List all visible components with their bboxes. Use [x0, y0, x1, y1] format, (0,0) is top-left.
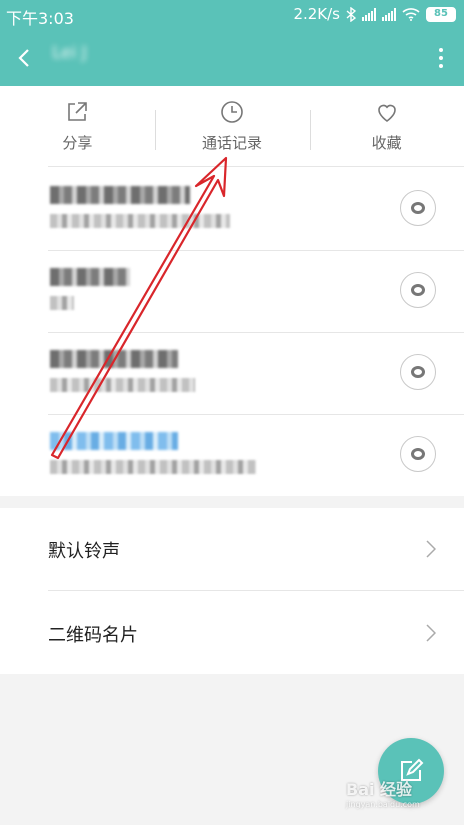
signal-icon-2 — [382, 7, 396, 21]
message-button[interactable] — [400, 190, 436, 226]
contact-name: Lei J — [52, 43, 87, 63]
action-separator — [310, 110, 311, 150]
number-row[interactable] — [0, 250, 464, 332]
number-text-redacted — [50, 432, 178, 450]
number-subtext-redacted — [50, 460, 256, 474]
status-bar: 下午3:03 2.2K/s 85 — [0, 0, 464, 30]
number-row[interactable] — [0, 332, 464, 414]
baidu-watermark: Bai 经验 jingyan.baidu.com — [346, 776, 420, 809]
message-button[interactable] — [400, 436, 436, 472]
number-text-redacted — [50, 268, 130, 286]
action-separator — [155, 110, 156, 150]
call-log-button[interactable]: 通话记录 — [155, 86, 310, 166]
message-icon — [411, 202, 425, 214]
qr-card-item[interactable]: 二维码名片 — [0, 592, 464, 674]
call-log-label: 通话记录 — [202, 133, 263, 152]
number-text-redacted — [50, 350, 178, 368]
share-button[interactable]: 分享 — [0, 86, 155, 166]
share-icon — [68, 101, 88, 121]
favorite-label: 收藏 — [371, 133, 402, 152]
settings-card: 默认铃声 二维码名片 — [0, 508, 464, 674]
share-label: 分享 — [62, 133, 93, 152]
back-arrow-icon[interactable] — [14, 46, 36, 70]
battery-icon: 85 — [426, 6, 456, 22]
status-right: 2.2K/s 85 — [293, 5, 456, 23]
signal-icon — [362, 7, 376, 21]
number-text-redacted — [50, 186, 190, 204]
status-time: 下午3:03 — [6, 9, 74, 28]
message-icon — [411, 448, 425, 460]
number-row[interactable] — [0, 414, 464, 496]
qr-card-label: 二维码名片 — [48, 625, 138, 646]
message-icon — [411, 366, 425, 378]
more-options-icon[interactable] — [438, 48, 444, 70]
message-icon — [411, 284, 425, 296]
divider — [48, 590, 464, 591]
action-bar: 分享 通话记录 收藏 — [0, 86, 464, 166]
heart-icon — [377, 104, 396, 122]
watermark-text: Bai 经验 — [346, 780, 413, 799]
message-button[interactable] — [400, 354, 436, 390]
default-ringtone-label: 默认铃声 — [48, 541, 120, 562]
number-subtext-redacted — [50, 296, 74, 310]
app-bar: Lei J — [0, 30, 464, 86]
divider — [48, 166, 464, 167]
message-button[interactable] — [400, 272, 436, 308]
wifi-icon — [402, 8, 420, 21]
default-ringtone-item[interactable]: 默认铃声 — [0, 508, 464, 590]
watermark-sub: jingyan.baidu.com — [346, 800, 420, 809]
bluetooth-icon — [346, 6, 356, 22]
number-subtext-redacted — [50, 378, 195, 392]
favorite-button[interactable]: 收藏 — [309, 86, 464, 166]
number-row[interactable] — [0, 168, 464, 250]
contact-card: 分享 通话记录 收藏 — [0, 86, 464, 496]
network-speed: 2.2K/s — [293, 5, 340, 23]
chevron-right-icon — [426, 624, 436, 642]
chevron-right-icon — [426, 540, 436, 558]
number-subtext-redacted — [50, 214, 230, 228]
clock-icon — [221, 100, 243, 123]
